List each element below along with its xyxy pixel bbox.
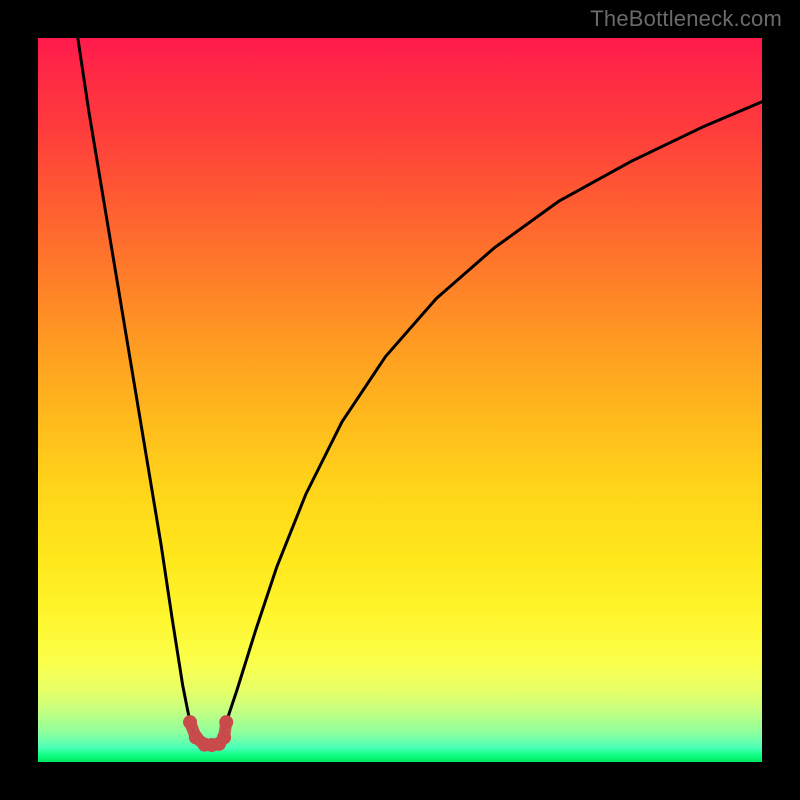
minimum-marker (183, 715, 197, 729)
minimum-marker (219, 715, 233, 729)
curve-right-branch (219, 102, 762, 743)
plot-area (38, 38, 762, 762)
curve-left-branch (78, 38, 197, 743)
minimum-marker (217, 730, 231, 744)
attribution-watermark: TheBottleneck.com (590, 6, 782, 32)
curve-layer (38, 38, 762, 762)
chart-frame: TheBottleneck.com (0, 0, 800, 800)
